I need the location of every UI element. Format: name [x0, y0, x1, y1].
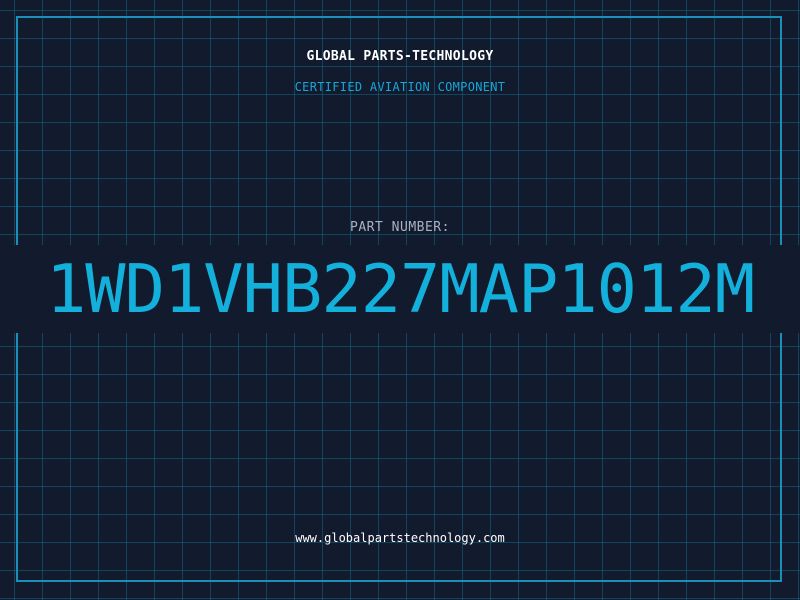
- company-name: GLOBAL PARTS-TECHNOLOGY: [306, 49, 494, 64]
- tagline: CERTIFIED AVIATION COMPONENT: [294, 80, 506, 94]
- part-number-label: PART NUMBER:: [350, 220, 450, 235]
- website-url: www.globalpartstechnology.com: [295, 531, 505, 545]
- part-number-value: 1WD1VHB227MAP1012M: [45, 250, 755, 328]
- part-number-band: 1WD1VHB227MAP1012M: [0, 245, 800, 333]
